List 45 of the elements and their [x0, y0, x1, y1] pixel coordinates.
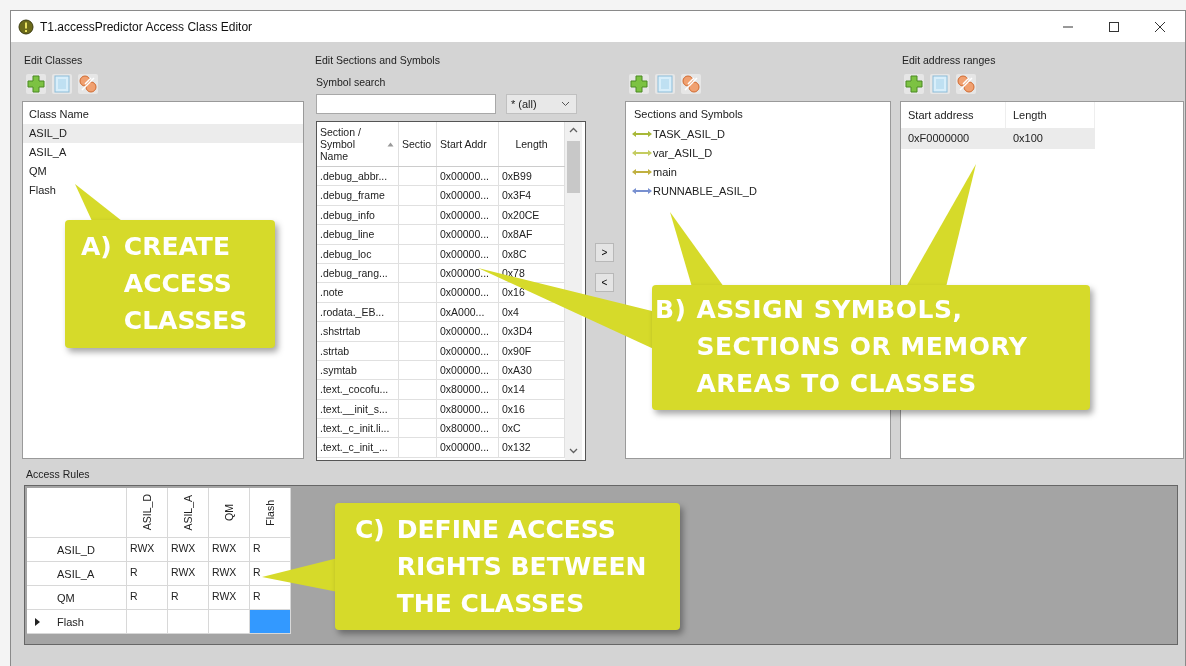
table-cell: .note [317, 283, 399, 302]
callout-label: A) [81, 231, 112, 263]
table-cell: .shstrtab [317, 322, 399, 341]
callout-label: C) [355, 514, 385, 546]
table-cell: 0x00000... [437, 438, 499, 457]
column-header: Class Name [28, 107, 90, 122]
table-cell: 0x00000... [437, 244, 499, 263]
table-cell: .strtab [317, 341, 399, 360]
table-cell: 0x80000... [437, 419, 499, 438]
table-cell: 0x00000... [437, 205, 499, 225]
group-label: Edit Classes [23, 53, 83, 67]
column-header: Sections and Symbols [633, 107, 744, 122]
callout-label: B) [655, 294, 687, 326]
table-cell: 0x80000... [437, 399, 499, 419]
table-cell: .text._c_init_... [317, 438, 399, 457]
callout-text: DEFINE ACCESS RIGHTS BETWEEN THE CLASSES [396, 514, 647, 620]
table-cell: .text._c_init.li... [317, 419, 399, 438]
table-cell: 0x00000... [437, 283, 499, 302]
table-cell: .symtab [317, 360, 399, 380]
table-cell: 0x00000... [437, 322, 499, 341]
group-label: Access Rules [25, 467, 90, 481]
table-cell: .debug_info [317, 205, 399, 225]
table-cell-text: 0xF0000000 [907, 131, 971, 146]
callout-text: ASSIGN SYMBOLS, SECTIONS OR MEMORY AREAS TO CLASSES [696, 294, 1028, 400]
table-cell: .debug_rang... [317, 263, 399, 283]
table-cell: .debug_frame [317, 186, 399, 205]
table-cell: 0x00000... [437, 360, 499, 380]
table-cell: 0x80000... [437, 380, 499, 399]
callout-text: CREATE ACCESS CLASSES [123, 231, 248, 337]
table-cell: 0x00000... [437, 225, 499, 244]
table-cell: .debug_loc [317, 244, 399, 263]
table-cell: .debug_abbr... [317, 167, 399, 186]
table-cell: 0x00000... [437, 341, 499, 360]
table-cell: .text._cocofu... [317, 380, 399, 399]
table-cell: .debug_line [317, 225, 399, 244]
table-cell: 0xA000... [437, 302, 499, 322]
group-label: Edit address ranges [901, 53, 996, 67]
search-label: Symbol search [316, 75, 386, 89]
table-cell-text: 0x100 [1012, 131, 1044, 146]
window-title: T1.accessPredictor Access Class Editor [40, 19, 254, 34]
table-cell: 0x00000... [437, 167, 499, 186]
group-label: Edit Sections and Symbols [314, 53, 440, 67]
table-cell: .text.__init_s... [317, 399, 399, 419]
table-cell: .rodata._EB... [317, 302, 399, 322]
table-cell: 0x00000... [437, 186, 499, 205]
